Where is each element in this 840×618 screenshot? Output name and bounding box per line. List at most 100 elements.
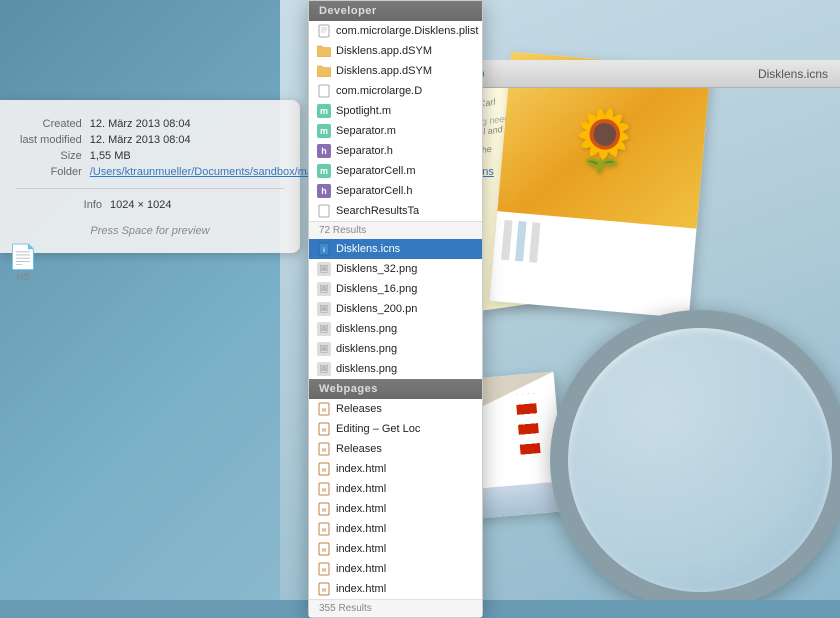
list-item[interactable]: Disklens.app.dSYM xyxy=(309,41,482,61)
info-dimensions: 1024 × 1024 xyxy=(106,197,284,213)
list-item[interactable]: h SeparatorCell.h xyxy=(309,181,482,201)
file-name: Spotlight.m xyxy=(336,105,391,117)
list-item[interactable]: H index.html xyxy=(309,559,482,579)
file-name: Separator.h xyxy=(336,145,393,157)
list-item[interactable]: H index.html xyxy=(309,499,482,519)
list-item[interactable]: m Separator.m xyxy=(309,121,482,141)
file-name: index.html xyxy=(336,463,386,475)
file-name: index.html xyxy=(336,583,386,595)
html-icon: H xyxy=(317,422,331,436)
list-item[interactable]: H Releases xyxy=(309,439,482,459)
icon-file-list: 🖼 Disklens_32.png 🖼 Disklens_16.png 🖼 Di… xyxy=(309,259,482,379)
list-item[interactable]: 🖼 Disklens_200.pn xyxy=(309,299,482,319)
svg-text:H: H xyxy=(322,588,326,594)
list-item[interactable]: 🖼 disklens.png xyxy=(309,359,482,379)
html-icon: H xyxy=(317,462,331,476)
m-file-icon: m xyxy=(317,164,331,178)
webpages-section-header: Webpages xyxy=(309,379,482,399)
folder-icon xyxy=(317,44,331,58)
html-icon: H xyxy=(317,442,331,456)
selected-file-name: Disklens.icns xyxy=(336,243,400,255)
list-item[interactable]: H index.html xyxy=(309,539,482,559)
file-name: index.html xyxy=(336,503,386,515)
list-item[interactable]: SearchResultsTa xyxy=(309,201,482,221)
info-label: Info xyxy=(16,197,106,213)
file-name: Releases xyxy=(336,403,382,415)
size-label: Size xyxy=(16,148,86,164)
folder-icon xyxy=(317,64,331,78)
svg-text:H: H xyxy=(322,528,326,534)
svg-text:H: H xyxy=(322,488,326,494)
file-icon xyxy=(317,204,331,218)
png-icon: 🖼 xyxy=(317,322,331,336)
svg-text:H: H xyxy=(322,508,326,514)
file-name: Editing – Get Loc xyxy=(336,423,420,435)
html-icon: H xyxy=(317,402,331,416)
list-item[interactable]: m SeparatorCell.m xyxy=(309,161,482,181)
file-name: disklens.png xyxy=(336,323,397,335)
m-file-icon: m xyxy=(317,104,331,118)
png-icon: 🖼 xyxy=(317,362,331,376)
icns-icon: i xyxy=(317,242,331,256)
developer-results-count: 72 Results xyxy=(309,221,482,239)
list-item[interactable]: H Releases xyxy=(309,399,482,419)
list-item[interactable]: com.microlarge.D xyxy=(309,81,482,101)
list-item[interactable]: h Separator.h xyxy=(309,141,482,161)
list-item[interactable]: Disklens.app.dSYM xyxy=(309,61,482,81)
file-name: Disklens.app.dSYM xyxy=(336,65,432,77)
list-item[interactable]: i Disklens.icns xyxy=(309,239,482,259)
file-name: Disklens.app.dSYM xyxy=(336,45,432,57)
plist-icon xyxy=(317,24,331,38)
file-name: Separator.m xyxy=(336,125,396,137)
file-name: Releases xyxy=(336,443,382,455)
list-item[interactable]: H index.html xyxy=(309,519,482,539)
svg-text:H: H xyxy=(322,568,326,574)
png-icon: 🖼 xyxy=(317,262,331,276)
file-name: SeparatorCell.h xyxy=(336,185,412,197)
list-item[interactable]: H Editing – Get Loc xyxy=(309,419,482,439)
webpages-file-list: H Releases H Editing – Get Loc H Release… xyxy=(309,399,482,599)
magnifier-decoration xyxy=(490,250,840,600)
list-item[interactable]: H index.html xyxy=(309,459,482,479)
window-title: Disklens.icns xyxy=(758,67,828,81)
search-results-dropdown: Developer com.microlarge.Disklens.plist … xyxy=(308,0,483,618)
file-name: index.html xyxy=(336,543,386,555)
file-name: index.html xyxy=(336,483,386,495)
file-name: Disklens_200.pn xyxy=(336,303,417,315)
modified-label: last modified xyxy=(16,132,86,148)
file-type-icon: 📄 NS xyxy=(8,240,38,283)
svg-text:H: H xyxy=(322,548,326,554)
file-name: SeparatorCell.m xyxy=(336,165,415,177)
list-item[interactable]: m Spotlight.m xyxy=(309,101,482,121)
list-item[interactable]: H index.html xyxy=(309,579,482,599)
file-info-table: Info 1024 × 1024 xyxy=(16,197,284,213)
webpages-results-count: 355 Results xyxy=(309,599,482,617)
file-info-panel: Created 12. März 2013 08:04 last modifie… xyxy=(0,100,300,253)
png-icon: 🖼 xyxy=(317,302,331,316)
list-item[interactable]: 🖼 disklens.png xyxy=(309,319,482,339)
file-name: Disklens_16.png xyxy=(336,283,417,295)
file-name: index.html xyxy=(336,523,386,535)
html-icon: H xyxy=(317,562,331,576)
html-icon: H xyxy=(317,522,331,536)
file-name: disklens.png xyxy=(336,363,397,375)
svg-text:H: H xyxy=(322,468,326,474)
html-icon: H xyxy=(317,482,331,496)
list-item[interactable]: H index.html xyxy=(309,479,482,499)
png-icon: 🖼 xyxy=(317,282,331,296)
html-icon: H xyxy=(317,542,331,556)
m-file-icon: m xyxy=(317,124,331,138)
list-item[interactable]: 🖼 Disklens_16.png xyxy=(309,279,482,299)
developer-section-header: Developer xyxy=(309,1,482,21)
titlebar: Disklens.icns xyxy=(430,60,840,88)
folder-label: Folder xyxy=(16,164,86,180)
list-item[interactable]: 🖼 disklens.png xyxy=(309,339,482,359)
file-icon xyxy=(317,84,331,98)
list-item[interactable]: 🖼 Disklens_32.png xyxy=(309,259,482,279)
html-icon: H xyxy=(317,582,331,596)
file-name: disklens.png xyxy=(336,343,397,355)
h-file-icon: h xyxy=(317,184,331,198)
h-file-icon: h xyxy=(317,144,331,158)
file-name: index.html xyxy=(336,563,386,575)
list-item[interactable]: com.microlarge.Disklens.plist xyxy=(309,21,482,41)
